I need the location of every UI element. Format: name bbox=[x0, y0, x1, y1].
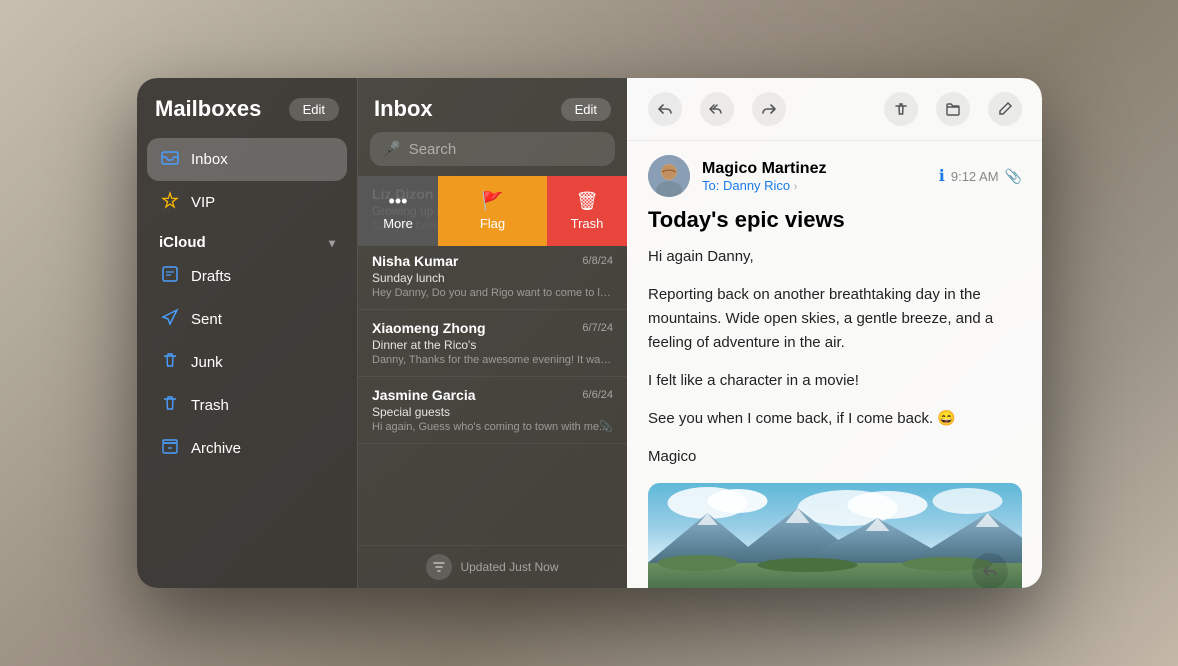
toolbar-left bbox=[648, 92, 786, 126]
body-paragraph-1: Reporting back on another breathtaking d… bbox=[648, 283, 1022, 355]
swipe-trash-label: Trash bbox=[571, 216, 604, 231]
status-text: Updated Just Now bbox=[460, 560, 558, 574]
more-dots-icon: ••• bbox=[389, 191, 408, 212]
mailboxes-header: Mailboxes Edit bbox=[137, 78, 357, 134]
inbox-header: Inbox Edit bbox=[358, 78, 627, 132]
detail-subject: Today's epic views bbox=[628, 207, 1042, 245]
email-sender: Nisha Kumar bbox=[372, 253, 458, 269]
sidebar-item-trash[interactable]: Trash bbox=[147, 384, 347, 427]
detail-toolbar bbox=[628, 78, 1042, 141]
detail-time: 9:12 AM bbox=[951, 169, 999, 184]
email-subject: Special guests bbox=[372, 405, 613, 419]
body-paragraph-2: I felt like a character in a movie! bbox=[648, 369, 1022, 393]
drafts-icon bbox=[159, 265, 181, 288]
email-preview: Danny, Thanks for the awesome evening! I… bbox=[372, 354, 613, 366]
sidebar-item-archive[interactable]: Archive bbox=[147, 427, 347, 470]
body-signature: Magico bbox=[648, 445, 1022, 469]
junk-icon bbox=[159, 351, 181, 374]
swipe-more-label: More bbox=[383, 216, 413, 231]
email-list: ••• More 🚩 Flag 🗑 Trash Liz Dizon 8:33 A… bbox=[358, 176, 627, 545]
inbox-panel: Inbox Edit 🎤 ••• More 🚩 Flag 🗑 Trash bbox=[357, 78, 627, 588]
reply-fab-button[interactable] bbox=[972, 553, 1008, 588]
sidebar-item-junk[interactable]: Junk bbox=[147, 341, 347, 384]
avatar bbox=[648, 155, 690, 197]
email-item-xiaomeng[interactable]: Xiaomeng Zhong 6/7/24 Dinner at the Rico… bbox=[358, 310, 627, 377]
email-image bbox=[648, 483, 1022, 588]
reply-button[interactable] bbox=[648, 92, 682, 126]
swipe-flag-label: Flag bbox=[480, 216, 505, 231]
email-date: 6/6/24 bbox=[582, 389, 613, 401]
forward-button[interactable] bbox=[752, 92, 786, 126]
swipe-trash-button[interactable]: 🗑 Trash bbox=[547, 176, 627, 246]
body-paragraph-3: See you when I come back, if I come back… bbox=[648, 407, 1022, 431]
chevron-icon: › bbox=[794, 181, 798, 193]
email-detail-panel: Magico Martinez To: Danny Rico › ℹ 9:12 … bbox=[627, 78, 1042, 588]
sidebar-item-vip[interactable]: VIP bbox=[147, 181, 347, 224]
compose-button[interactable] bbox=[988, 92, 1022, 126]
sender-name: Magico Martinez bbox=[702, 160, 927, 178]
icloud-chevron-icon: ▾ bbox=[329, 236, 335, 250]
inbox-icon bbox=[159, 148, 181, 171]
status-bar: Updated Just Now bbox=[358, 545, 627, 588]
sender-info: Magico Martinez To: Danny Rico › bbox=[702, 160, 927, 193]
attachment-icon: 📎 bbox=[599, 420, 613, 433]
sidebar-item-trash-label: Trash bbox=[191, 397, 229, 414]
mailboxes-edit-button[interactable]: Edit bbox=[289, 98, 339, 121]
detail-attachment-icon: 📎 bbox=[1005, 168, 1022, 185]
sidebar-item-sent-label: Sent bbox=[191, 311, 222, 328]
archive-icon bbox=[159, 437, 181, 460]
email-item-jasmine[interactable]: Jasmine Garcia 6/6/24 Special guests Hi … bbox=[358, 377, 627, 444]
swipe-actions: ••• More 🚩 Flag 🗑 Trash bbox=[358, 176, 627, 246]
sidebar-item-inbox[interactable]: Inbox bbox=[147, 138, 347, 181]
inbox-title: Inbox bbox=[374, 96, 433, 122]
filter-button[interactable] bbox=[426, 554, 452, 580]
sidebar-item-archive-label: Archive bbox=[191, 440, 241, 457]
info-icon: ℹ bbox=[939, 166, 945, 186]
email-subject: Sunday lunch bbox=[372, 271, 613, 285]
recipient-name[interactable]: Danny Rico bbox=[723, 178, 790, 193]
icloud-label: iCloud bbox=[159, 234, 206, 251]
email-preview: Hi again, Guess who's coming to town wit… bbox=[372, 421, 613, 433]
sender-to: To: Danny Rico › bbox=[702, 178, 927, 193]
flag-icon: 🚩 bbox=[481, 191, 503, 212]
detail-meta: ℹ 9:12 AM 📎 bbox=[939, 166, 1022, 186]
swipe-more-button[interactable]: ••• More bbox=[358, 176, 438, 246]
sent-icon bbox=[159, 308, 181, 331]
microphone-icon: 🎤 bbox=[382, 140, 401, 158]
email-sender: Xiaomeng Zhong bbox=[372, 320, 486, 336]
sidebar-item-drafts[interactable]: Drafts bbox=[147, 255, 347, 298]
detail-sender-row: Magico Martinez To: Danny Rico › ℹ 9:12 … bbox=[628, 141, 1042, 207]
star-icon bbox=[159, 191, 181, 214]
mailboxes-title: Mailboxes bbox=[155, 96, 261, 122]
email-item-nisha[interactable]: Nisha Kumar 6/8/24 Sunday lunch Hey Dann… bbox=[358, 243, 627, 310]
body-greeting: Hi again Danny, bbox=[648, 245, 1022, 269]
sidebar-item-drafts-label: Drafts bbox=[191, 268, 231, 285]
delete-button[interactable] bbox=[884, 92, 918, 126]
swipe-flag-button[interactable]: 🚩 Flag bbox=[438, 176, 547, 246]
email-sender: Jasmine Garcia bbox=[372, 387, 476, 403]
app-container: Mailboxes Edit Inbox VIP bbox=[137, 78, 1042, 588]
email-preview: Hey Danny, Do you and Rigo want to come … bbox=[372, 287, 613, 299]
email-subject: Dinner at the Rico's bbox=[372, 338, 613, 352]
sidebar-item-inbox-label: Inbox bbox=[191, 151, 228, 168]
email-date: 6/8/24 bbox=[582, 255, 613, 267]
trash-icon bbox=[159, 394, 181, 417]
icloud-section: iCloud ▾ bbox=[147, 224, 347, 255]
search-input[interactable] bbox=[409, 141, 603, 158]
sidebar-item-sent[interactable]: Sent bbox=[147, 298, 347, 341]
inbox-edit-button[interactable]: Edit bbox=[561, 98, 611, 121]
mailbox-list: Inbox VIP iCloud ▾ bbox=[137, 134, 357, 588]
toolbar-right bbox=[884, 92, 1022, 126]
search-bar[interactable]: 🎤 bbox=[370, 132, 615, 166]
reply-all-button[interactable] bbox=[700, 92, 734, 126]
swipe-trash-icon: 🗑 bbox=[576, 191, 599, 212]
detail-body: Hi again Danny, Reporting back on anothe… bbox=[628, 245, 1042, 588]
sidebar-item-junk-label: Junk bbox=[191, 354, 223, 371]
mailboxes-panel: Mailboxes Edit Inbox VIP bbox=[137, 78, 357, 588]
sidebar-item-vip-label: VIP bbox=[191, 194, 215, 211]
move-to-folder-button[interactable] bbox=[936, 92, 970, 126]
to-label: To: bbox=[702, 178, 719, 193]
email-date: 6/7/24 bbox=[582, 322, 613, 334]
